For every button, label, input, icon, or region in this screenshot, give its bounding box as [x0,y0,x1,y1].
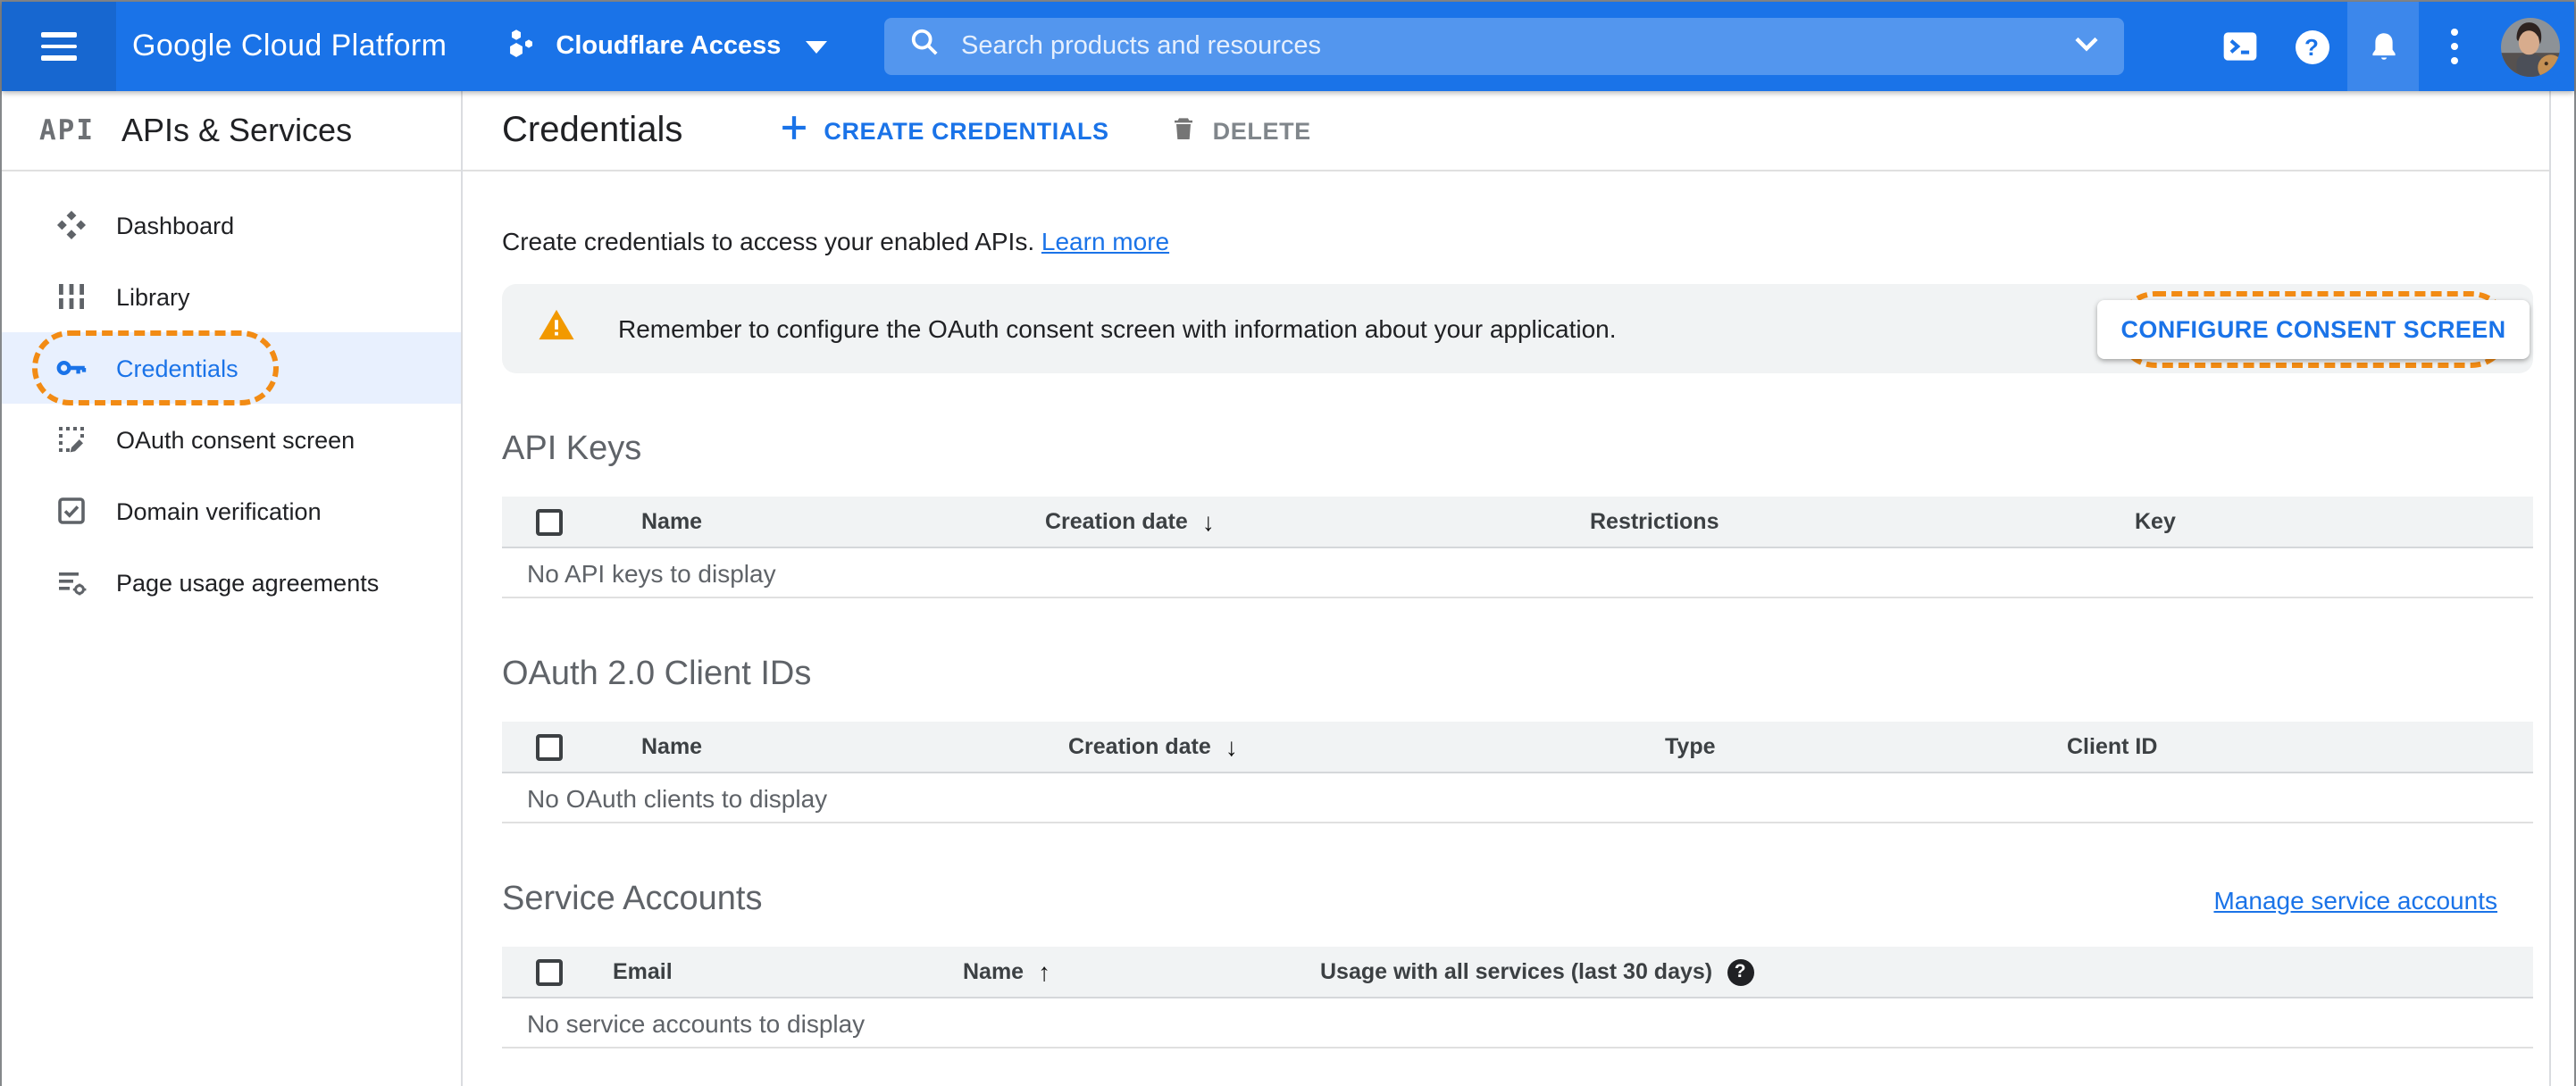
column-creation-date[interactable]: Creation date ↓ [1068,732,1665,761]
service-accounts-table-header: Email Name ↑ Usage with all services (la… [502,947,2533,998]
intro-text: Create credentials to access your enable… [502,223,2533,259]
select-all-checkbox[interactable] [536,508,563,535]
banner-text: Remember to configure the OAuth consent … [618,314,1617,343]
trash-icon [1170,113,1197,147]
topbar-actions [2204,2,2560,91]
more-vertical-icon[interactable] [2419,2,2490,91]
select-all-checkbox[interactable] [536,733,563,760]
sidebar-item-page-usage-agreements[interactable]: Page usage agreements [2,547,461,618]
sort-desc-icon: ↓ [1201,507,1215,536]
sidebar-item-library[interactable]: Library [2,261,461,332]
oauth-table-header: Name Creation date ↓ Type Client ID [502,722,2533,773]
sidebar: API APIs & Services Dashboard Library Cr… [2,91,463,1086]
api-product-logo: API [39,114,95,146]
page-header: Credentials CREATE CREDENTIALS DELETE [463,91,2574,171]
oauth-clients-heading: OAuth 2.0 Client IDs [502,656,812,693]
checkbox-check-icon [55,495,88,527]
plus-icon [781,114,807,146]
sidebar-item-label: Domain verification [116,497,322,524]
key-icon [55,352,88,384]
project-hexagons-icon [504,26,538,67]
project-name: Cloudflare Access [556,32,782,61]
search-chevron-down-icon[interactable] [2067,22,2106,71]
oauth-clients-table: Name Creation date ↓ Type Client ID No O… [502,722,2533,823]
sort-asc-icon: ↑ [1038,957,1051,986]
service-accounts-table: Email Name ↑ Usage with all services (la… [502,947,2533,1048]
warning-icon [538,307,575,350]
brand-title[interactable]: Google Cloud Platform [132,29,447,64]
scrollbar-track[interactable] [2549,91,2574,1086]
project-selector[interactable]: Cloudflare Access [504,26,828,67]
service-accounts-heading: Service Accounts [502,881,763,918]
column-usage: Usage with all services (last 30 days) [1320,958,2533,985]
api-keys-table: Name Creation date ↓ Restrictions Key No… [502,497,2533,598]
screen: Google Cloud Platform Cloudflare Access [0,0,2576,1086]
search-bar[interactable] [884,18,2124,75]
sidebar-nav: Dashboard Library Credentials OAuth cons… [2,171,461,618]
sidebar-item-domain-verification[interactable]: Domain verification [2,475,461,547]
notifications-bell-icon[interactable] [2347,2,2419,91]
cloud-shell-icon[interactable] [2204,2,2276,91]
column-creation-date[interactable]: Creation date ↓ [1045,507,1590,536]
sidebar-item-label: Dashboard [116,212,235,238]
intro-sentence: Create credentials to access your enable… [502,227,1035,255]
sidebar-item-label: OAuth consent screen [116,426,355,453]
delete-button[interactable]: DELETE [1170,113,1311,147]
service-accounts-empty-state: No service accounts to display [502,998,2533,1048]
column-name: Name [641,509,703,534]
list-gear-icon [55,566,88,598]
dashboard-icon [55,209,88,241]
column-client-id: Client ID [2067,734,2158,759]
sidebar-item-credentials[interactable]: Credentials [2,330,461,405]
api-keys-table-header: Name Creation date ↓ Restrictions Key [502,497,2533,548]
manage-service-accounts-link[interactable]: Manage service accounts [2213,886,2497,915]
consent-button-annotation: CONFIGURE CONSENT SCREEN [2097,290,2530,367]
column-restrictions: Restrictions [1590,509,1719,534]
column-key: Key [2135,509,2176,534]
sort-desc-icon: ↓ [1225,732,1238,761]
column-email: Email [613,959,673,984]
avatar[interactable] [2501,17,2560,76]
page-title: Credentials [502,110,683,149]
consent-screen-icon [55,423,88,455]
library-icon [55,280,88,313]
hamburger-menu-icon[interactable] [2,2,116,91]
product-name: APIs & Services [121,112,353,147]
oauth-empty-state: No OAuth clients to display [502,773,2533,823]
search-input[interactable] [961,32,2067,61]
sidebar-item-label: Page usage agreements [116,569,380,596]
sidebar-item-oauth-consent-screen[interactable]: OAuth consent screen [2,404,461,475]
help-icon[interactable] [2276,2,2347,91]
page-content: Create credentials to access your enable… [463,223,2574,1048]
column-type: Type [1665,734,1716,759]
sidebar-item-dashboard[interactable]: Dashboard [2,189,461,261]
learn-more-link[interactable]: Learn more [1041,227,1169,255]
main-area: Credentials CREATE CREDENTIALS DELETE Cr… [463,91,2574,1086]
create-credentials-button[interactable]: CREATE CREDENTIALS [781,114,1108,146]
search-icon [909,27,940,66]
configure-consent-screen-button[interactable]: CONFIGURE CONSENT SCREEN [2097,299,2530,358]
select-all-checkbox[interactable] [536,958,563,985]
column-name: Name [641,734,703,759]
project-caret-icon [806,40,828,53]
consent-warning-banner: Remember to configure the OAuth consent … [502,284,2533,373]
api-keys-empty-state: No API keys to display [502,548,2533,598]
column-name[interactable]: Name ↑ [963,957,1320,986]
top-bar: Google Cloud Platform Cloudflare Access [2,2,2574,91]
sidebar-header: API APIs & Services [2,91,461,171]
sidebar-item-label: Library [116,283,190,310]
api-keys-heading: API Keys [502,430,642,468]
sidebar-item-label: Credentials [116,355,238,381]
usage-help-icon[interactable] [1727,958,1754,985]
